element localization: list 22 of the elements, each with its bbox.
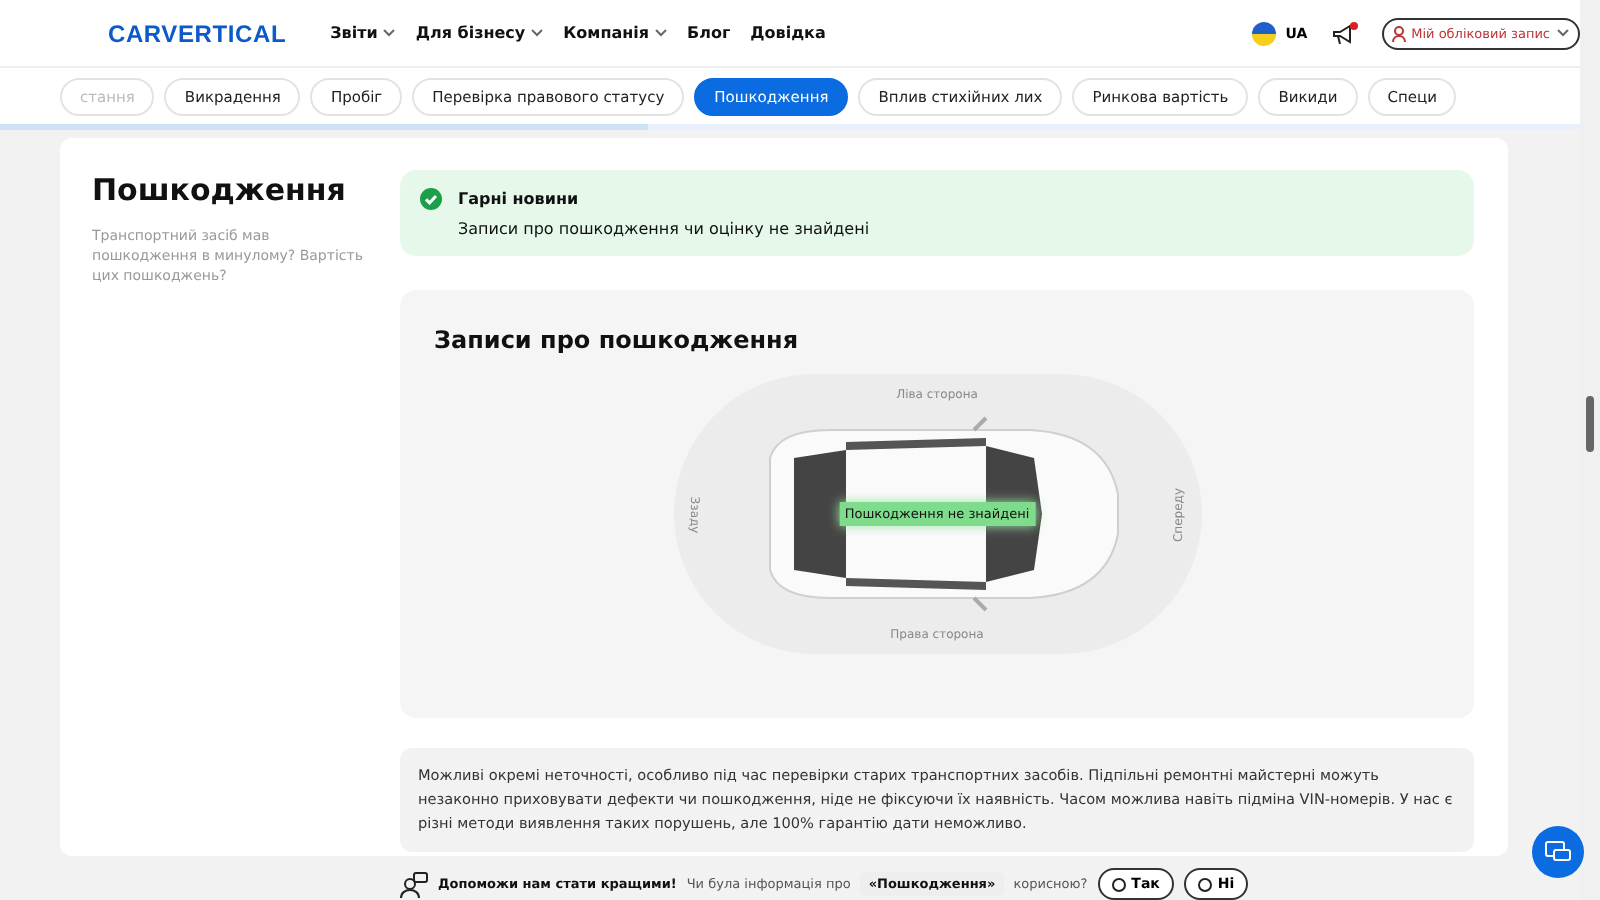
nav-link[interactable]: Блог xyxy=(687,24,731,42)
check-circle-icon xyxy=(420,188,442,210)
nav-link[interactable]: Звіти xyxy=(330,24,396,42)
nav-link[interactable]: Компанія xyxy=(563,24,668,42)
nav-link[interactable]: Для бізнесу xyxy=(415,24,544,42)
panel-title: Записи про пошкодження xyxy=(434,326,801,354)
nav-link[interactable]: Довідка xyxy=(750,24,826,42)
chat-icon xyxy=(1544,840,1572,864)
chevron-down-icon xyxy=(529,28,544,38)
flag-icon xyxy=(1251,21,1276,45)
alert-message: Записи про пошкодження чи оцінку не знайдені xyxy=(458,220,870,238)
chevron-down-icon xyxy=(1556,28,1570,38)
section-title: Пошкодження xyxy=(92,170,348,210)
alert-title: Гарні новини xyxy=(458,190,581,208)
user-icon xyxy=(1391,25,1406,41)
scrollbar-thumb[interactable] xyxy=(1586,396,1594,452)
chevron-down-icon xyxy=(653,28,668,38)
people-chat-icon xyxy=(400,871,428,897)
megaphone-icon[interactable] xyxy=(1331,21,1358,45)
logo[interactable]: CARVERTICAL xyxy=(108,19,287,47)
chevron-down-icon xyxy=(381,28,396,38)
chat-button[interactable] xyxy=(1532,826,1584,878)
